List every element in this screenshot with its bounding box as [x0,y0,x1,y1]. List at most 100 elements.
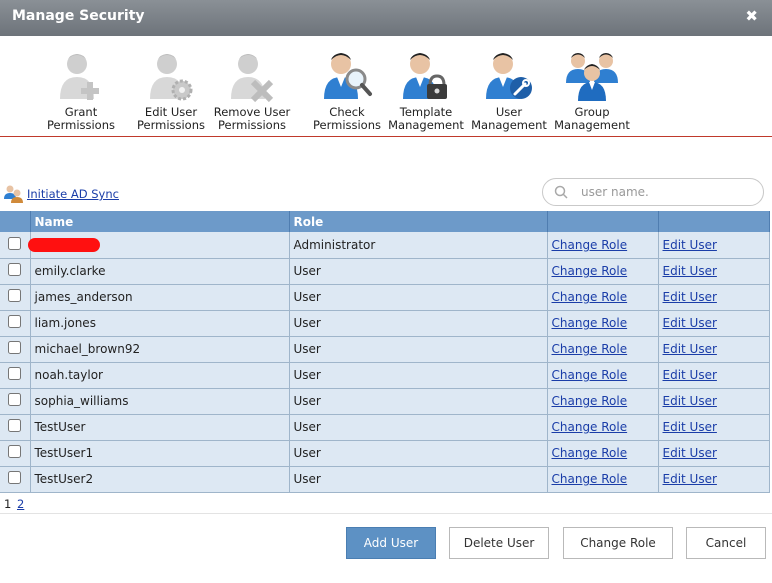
user-name-cell: james_anderson [30,284,290,311]
row-checkbox[interactable] [8,445,22,458]
initiate-ad-sync[interactable]: Initiate AD Sync [3,184,119,204]
user-name-cell: noah.taylor [30,362,290,389]
edit-user-link[interactable]: Edit User [663,472,717,486]
user-remove-icon [231,54,274,103]
change-role-button[interactable]: Change Role [563,527,673,559]
row-checkbox[interactable] [8,236,22,250]
table-row: noah.taylor User Change Role Edit User [0,362,770,389]
change-role-link[interactable]: Change Role [552,316,628,330]
edit-user-cell: Edit User [658,388,770,415]
tool-label: Group Management [554,105,630,132]
edit-user-link[interactable]: Edit User [663,316,717,330]
change-role-cell: Change Role [547,258,659,285]
change-role-link[interactable]: Change Role [552,290,628,304]
remove-user-permissions-button[interactable]: Remove User Permissions [209,49,295,132]
table-row: liam.jones User Change Role Edit User [0,310,770,337]
user-wrench-icon [486,53,532,99]
row-checkbox[interactable] [8,367,22,380]
change-role-link[interactable]: Change Role [552,446,628,460]
page-link-2[interactable]: 2 [17,497,24,511]
edit-user-cell: Edit User [658,310,770,337]
user-role-cell: User [289,336,548,363]
edit-user-link[interactable]: Edit User [663,368,717,382]
row-checkbox[interactable] [8,471,22,484]
group-management-button[interactable]: Group Management [549,49,635,132]
table-row: TestUser User Change Role Edit User [0,414,770,441]
change-role-link[interactable]: Change Role [552,420,628,434]
edit-user-link[interactable]: Edit User [663,420,717,434]
change-role-link[interactable]: Change Role [552,342,628,356]
add-user-button[interactable]: Add User [346,527,436,559]
change-role-cell: Change Role [547,440,659,467]
edit-user-link[interactable]: Edit User [663,342,717,356]
tool-label: Template Management [388,105,464,132]
edit-user-link[interactable]: Edit User [663,238,717,252]
row-select-cell [0,232,31,259]
edit-user-link[interactable]: Edit User [663,264,717,278]
grant-permissions-button[interactable]: Grant Permissions [38,49,124,132]
user-name-cell: TestUser [30,414,290,441]
change-role-link[interactable]: Change Role [552,238,628,252]
search-input[interactable] [579,183,755,201]
change-role-link[interactable]: Change Role [552,472,628,486]
tool-label: Remove User Permissions [213,105,291,132]
template-management-button[interactable]: Template Management [383,49,469,132]
row-checkbox[interactable] [8,341,22,354]
row-checkbox[interactable] [8,263,22,276]
user-name-cell: TestUser1 [30,440,290,467]
edit-user-link[interactable]: Edit User [663,446,717,460]
change-role-column-header [547,211,659,232]
table-row: Administrator Change Role Edit User [0,232,770,259]
table-row: michael_brown92 User Change Role Edit User [0,336,770,363]
tool-label: Edit User Permissions [136,105,206,132]
change-role-cell: Change Role [547,336,659,363]
edit-user-cell: Edit User [658,336,770,363]
check-permissions-button[interactable]: Check Permissions [304,49,390,132]
user-role-cell: User [289,388,548,415]
table-row: sophia_williams User Change Role Edit User [0,388,770,415]
edit-user-cell: Edit User [658,362,770,389]
search-icon [554,185,568,199]
ad-sync-icon [4,185,23,203]
name-column-header[interactable]: Name [30,211,290,232]
edit-user-cell: Edit User [658,414,770,441]
edit-user-link[interactable]: Edit User [663,394,717,408]
user-name-cell: emily.clarke [30,258,290,285]
user-name-cell [27,232,290,259]
change-role-cell: Change Role [547,388,659,415]
user-search-icon [324,53,372,99]
change-role-cell: Change Role [547,466,659,493]
ad-sync-link[interactable]: Initiate AD Sync [27,187,119,201]
edit-user-permissions-button[interactable]: Edit User Permissions [128,49,214,132]
row-checkbox[interactable] [8,419,22,432]
role-column-header[interactable]: Role [289,211,548,232]
user-group-icon [566,53,618,101]
edit-user-link[interactable]: Edit User [663,290,717,304]
change-role-cell: Change Role [547,414,659,441]
row-checkbox[interactable] [8,393,22,406]
change-role-link[interactable]: Change Role [552,394,628,408]
dialog-title: Manage Security [12,8,145,24]
row-checkbox[interactable] [8,315,22,328]
user-name-cell: sophia_williams [30,388,290,415]
table-header-row: Name Role [0,211,770,232]
change-role-link[interactable]: Change Role [552,368,628,382]
cancel-button[interactable]: Cancel [686,527,766,559]
footer-divider [0,513,772,514]
close-icon[interactable]: ✖ [745,7,758,25]
user-management-button[interactable]: User Management [466,49,552,132]
delete-user-button[interactable]: Delete User [449,527,549,559]
change-role-link[interactable]: Change Role [552,264,628,278]
user-lock-icon [403,53,447,99]
edit-user-column-header [658,211,770,232]
user-role-cell: User [289,258,548,285]
row-select-cell [0,258,31,285]
row-select-cell [0,336,31,363]
user-role-cell: User [289,284,548,311]
pagination: 1 2 [4,497,24,511]
row-select-cell [0,466,31,493]
user-name-cell: michael_brown92 [30,336,290,363]
edit-user-cell: Edit User [658,284,770,311]
row-checkbox[interactable] [8,289,22,302]
user-role-cell: User [289,310,548,337]
